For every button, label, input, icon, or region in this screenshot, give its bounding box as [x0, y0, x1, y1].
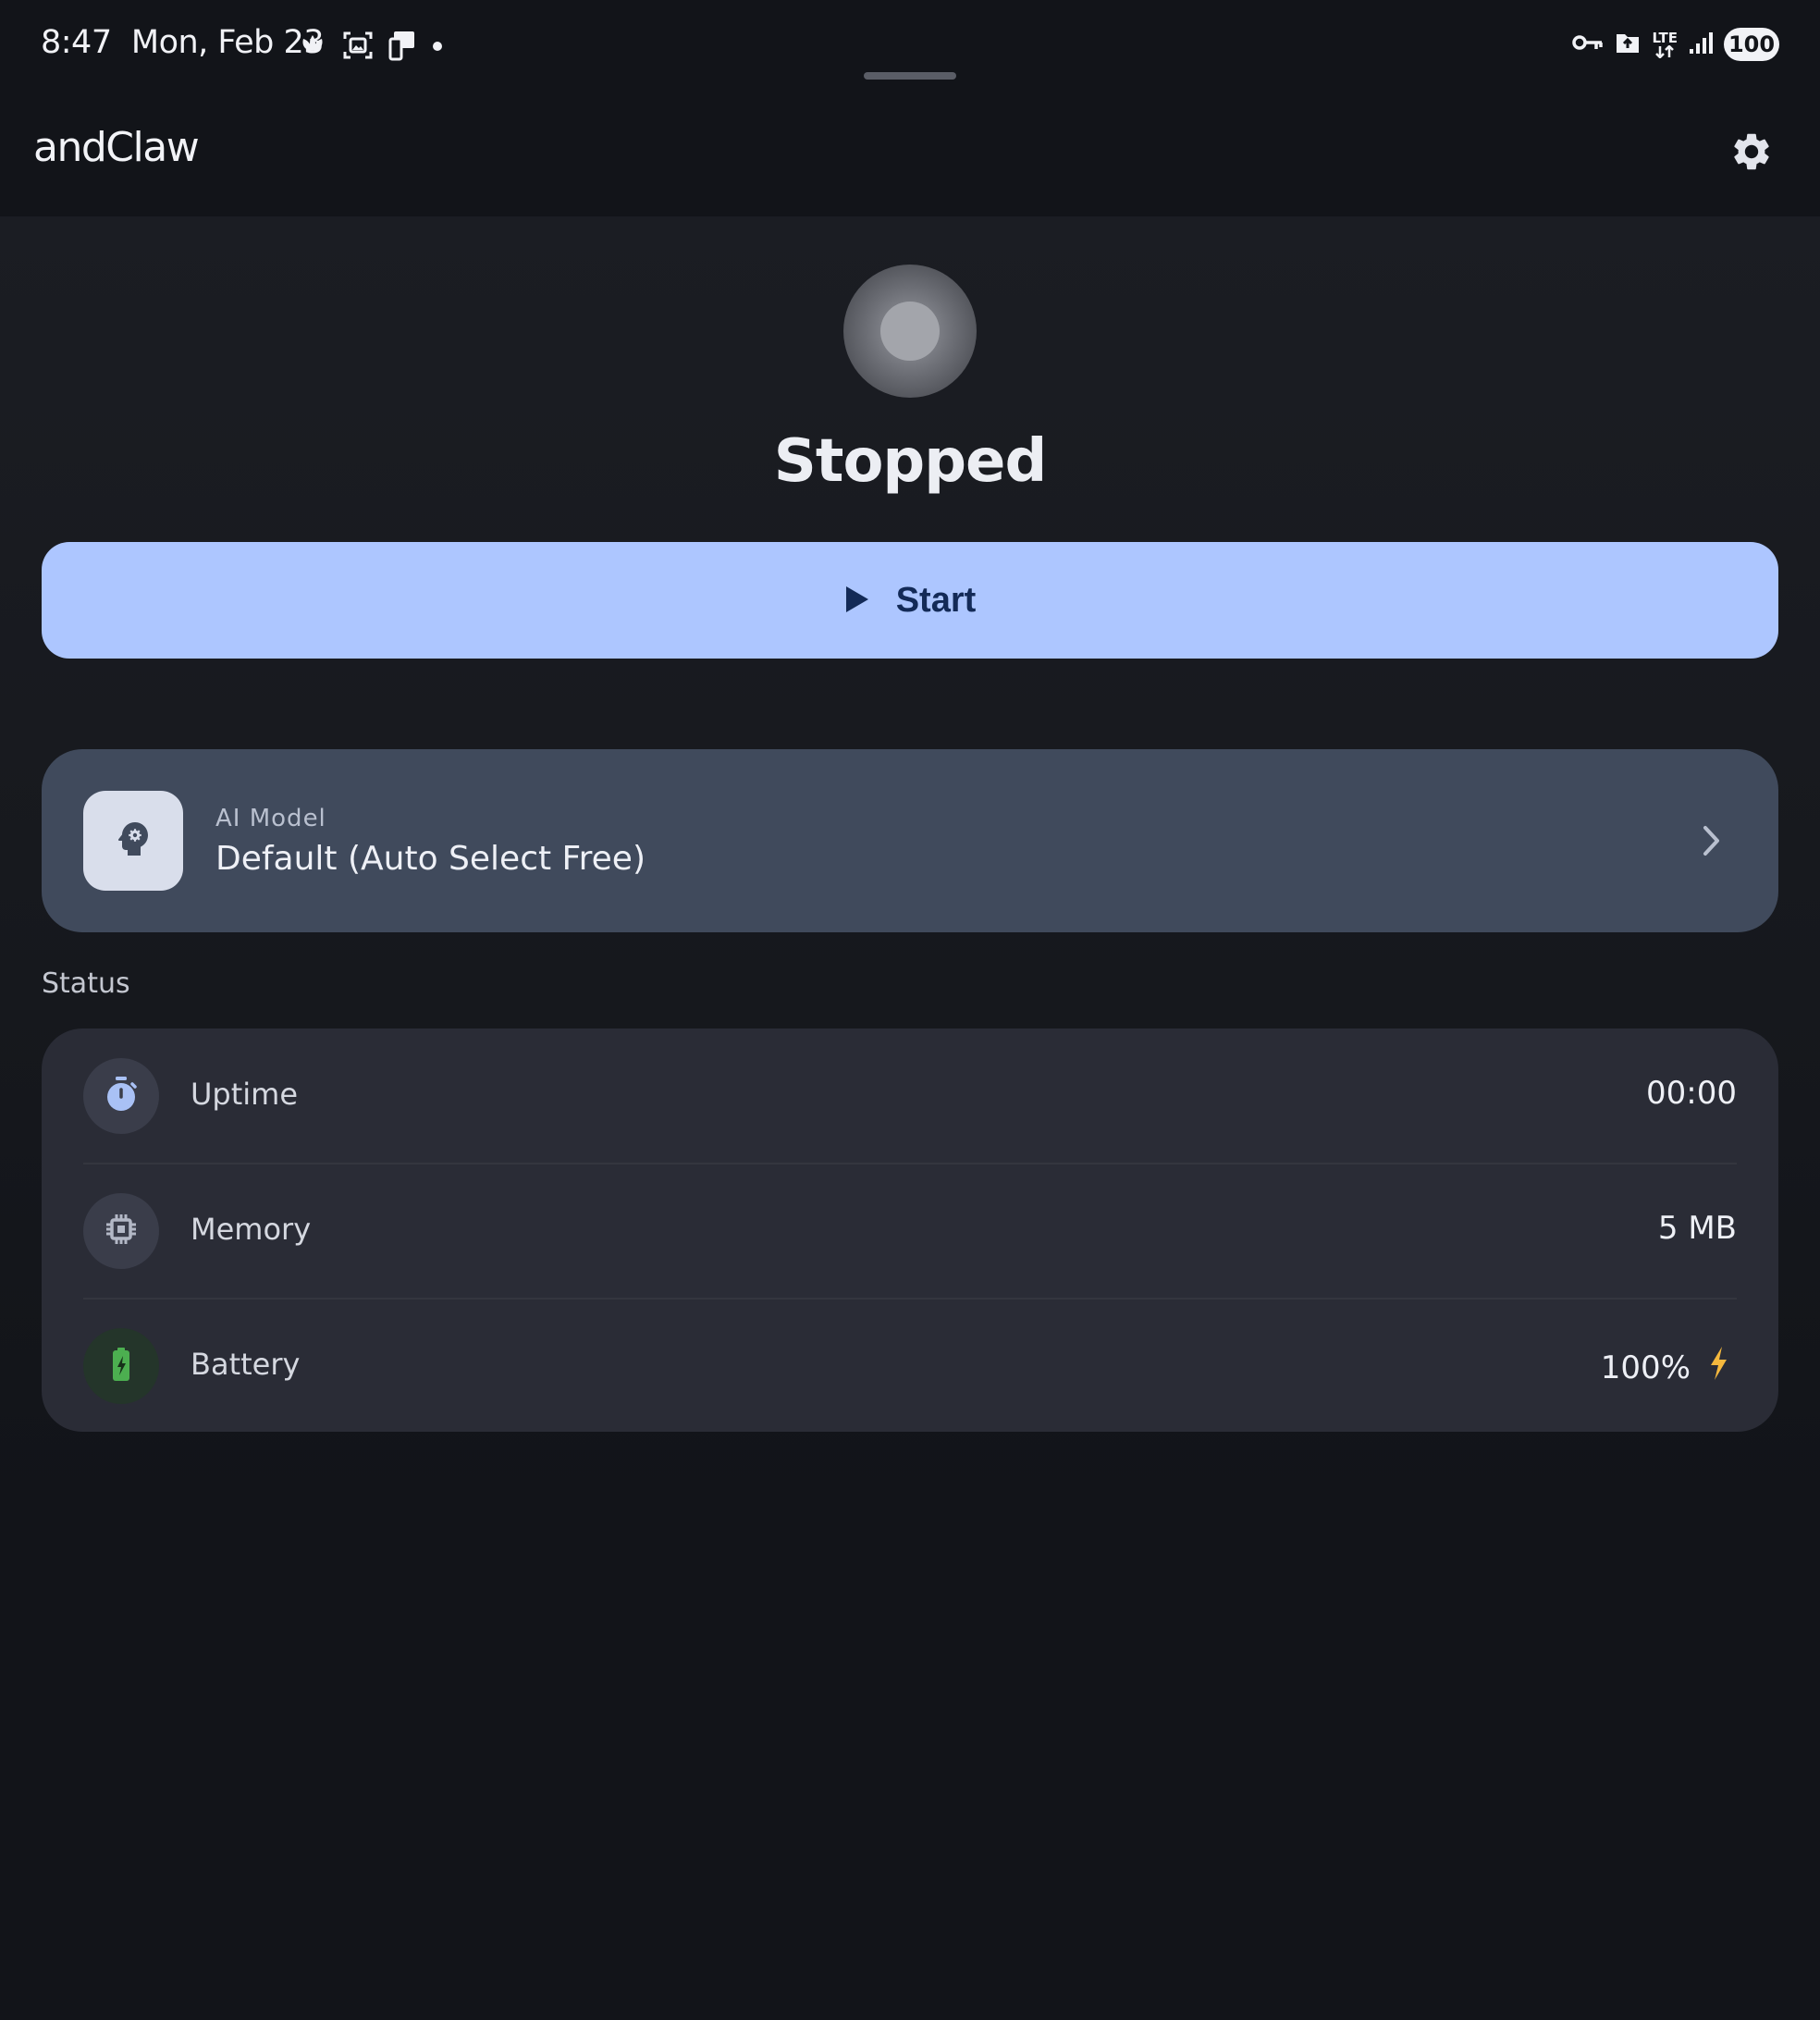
signal-strength-icon [1689, 31, 1713, 58]
ai-model-selector[interactable]: AI Model Default (Auto Select Free) [42, 749, 1778, 932]
battery-indicator: 100 [1724, 28, 1779, 61]
service-status-text: Stopped [773, 427, 1048, 496]
memory-icon-circle [83, 1193, 159, 1269]
status-time: 8:47 [41, 24, 112, 61]
app-bar: andClaw [0, 96, 1820, 216]
service-status-indicator [843, 265, 977, 398]
status-time-date: 8:47 Mon, Feb 23 [41, 24, 325, 61]
status-row-uptime: Uptime 00:00 [83, 1028, 1737, 1164]
ai-model-value: Default (Auto Select Free) [215, 840, 646, 878]
settings-button[interactable] [1726, 128, 1777, 179]
battery-icon-circle [83, 1328, 159, 1404]
ai-model-label: AI Model [215, 805, 326, 832]
lightning-bolt-icon [1707, 1345, 1729, 1390]
uptime-label: Uptime [191, 1077, 299, 1112]
battery-value: 100% [1600, 1349, 1691, 1386]
status-card: Uptime 00:00 Memory 5 MB Battery 100% [42, 1028, 1778, 1432]
status-orb-core [880, 302, 940, 361]
battery-label: Battery [191, 1347, 301, 1382]
memory-label: Memory [191, 1212, 312, 1247]
vpn-key-icon [1572, 32, 1604, 56]
uptime-value: 00:00 [1646, 1075, 1737, 1112]
memory-value-wrap: 5 MB [1658, 1210, 1737, 1247]
petal-notification-icon [296, 31, 329, 63]
work-folder-icon [1615, 31, 1641, 58]
status-date: Mon, Feb 23 [130, 24, 325, 61]
memory-value: 5 MB [1657, 1210, 1737, 1247]
start-button[interactable]: Start [42, 542, 1778, 659]
gear-icon [1729, 129, 1774, 178]
status-row-battery: Battery 100% [83, 1299, 1737, 1434]
timer-icon [105, 1076, 138, 1116]
psychology-head-icon [111, 817, 155, 865]
lte-icon: LTE [1652, 31, 1678, 58]
more-notifications-dot [431, 39, 444, 56]
notification-icons [296, 30, 444, 65]
ai-model-icon-box [83, 791, 183, 891]
chevron-right-icon [1701, 823, 1723, 862]
system-icons: LTE 100 [1572, 28, 1779, 61]
drag-handle[interactable] [864, 72, 956, 80]
system-status-bar: 8:47 Mon, Feb 23 LTE 100 [0, 0, 1820, 96]
main-content: Stopped Start AI Model Default (Auto Sel… [0, 216, 1820, 2020]
device-notification-icon [387, 30, 418, 65]
battery-value-wrap: 100% [1601, 1345, 1737, 1390]
start-button-label: Start [895, 580, 977, 620]
play-icon [844, 585, 870, 617]
status-row-memory: Memory 5 MB [83, 1164, 1737, 1299]
status-section-title: Status [42, 967, 130, 1000]
uptime-value-wrap: 00:00 [1646, 1075, 1737, 1112]
battery-charging-icon [111, 1347, 131, 1386]
uptime-icon-circle [83, 1058, 159, 1134]
screenshot-notification-icon [342, 31, 374, 64]
chip-icon [105, 1213, 138, 1250]
app-title: andClaw [33, 124, 200, 171]
